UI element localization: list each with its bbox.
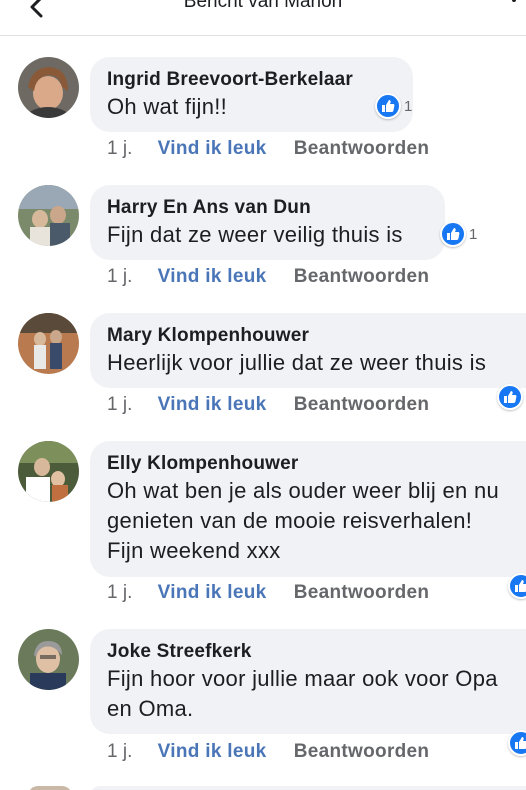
- comment-text: Oh wat ben je als ouder weer blij en nu: [107, 478, 500, 503]
- timestamp[interactable]: 1 j.: [107, 582, 132, 603]
- comment-text: genieten van de mooie reisverhalen!: [107, 508, 473, 533]
- comment-bubble: [90, 786, 526, 790]
- comment-author[interactable]: Elly Klompenhouwer: [107, 451, 510, 476]
- comment-actions: 1 j. Vind ik leuk Beantwoorden: [107, 265, 429, 289]
- top-bar: Bericht van Marion: [0, 0, 526, 36]
- reaction-count: 1: [404, 97, 413, 115]
- timestamp[interactable]: 1 j.: [107, 266, 132, 287]
- comment-text: Fijn dat ze weer veilig thuis is: [107, 222, 403, 247]
- timestamp[interactable]: 1 j.: [107, 394, 132, 415]
- avatar[interactable]: [18, 629, 79, 690]
- comment-author[interactable]: Mary Klompenhouwer: [107, 323, 510, 348]
- avatar[interactable]: [18, 57, 79, 118]
- comment-text: Fijn weekend xxx: [107, 538, 281, 563]
- reply-link[interactable]: Beantwoorden: [294, 741, 430, 762]
- avatar[interactable]: [18, 441, 79, 502]
- avatar[interactable]: [28, 786, 72, 790]
- thumbs-up-icon: [440, 221, 466, 247]
- avatar[interactable]: [18, 313, 79, 374]
- timestamp[interactable]: 1 j.: [107, 741, 132, 762]
- comment-actions: 1 j. Vind ik leuk Beantwoorden: [107, 137, 429, 161]
- reaction-summary[interactable]: [508, 730, 526, 756]
- comment-bubble: Harry En Ans van Dun Fijn dat ze weer ve…: [90, 185, 445, 260]
- comment-bubble: Joke Streefkerk Fijn hoor voor jullie ma…: [90, 629, 526, 734]
- comment-text: en Oma.: [107, 696, 194, 721]
- comment-actions: 1 j. Vind ik leuk Beantwoorden: [107, 740, 429, 764]
- like-link[interactable]: Vind ik leuk: [158, 582, 267, 603]
- comment-author[interactable]: Joke Streefkerk: [107, 639, 510, 664]
- comment-text: Fijn hoor voor jullie maar ook voor Opa: [107, 666, 498, 691]
- thumbs-up-icon: [508, 573, 526, 599]
- like-link[interactable]: Vind ik leuk: [158, 266, 267, 287]
- thumbs-up-icon: [497, 384, 523, 410]
- reaction-count: 1: [469, 225, 478, 243]
- thumbs-up-icon: [375, 93, 401, 119]
- more-vertical-icon: [512, 0, 516, 2]
- reaction-summary[interactable]: [508, 573, 526, 599]
- reply-link[interactable]: Beantwoorden: [294, 582, 430, 603]
- like-link[interactable]: Vind ik leuk: [158, 394, 267, 415]
- comment-text: Heerlijk voor jullie dat ze weer thuis i…: [107, 350, 487, 375]
- comment-actions: 1 j. Vind ik leuk Beantwoorden: [107, 581, 429, 605]
- thumbs-up-icon: [508, 730, 526, 756]
- like-link[interactable]: Vind ik leuk: [158, 741, 267, 762]
- comment-actions: 1 j. Vind ik leuk Beantwoorden: [107, 393, 429, 417]
- timestamp[interactable]: 1 j.: [107, 138, 132, 159]
- page-title: Bericht van Marion: [183, 0, 343, 12]
- reply-link[interactable]: Beantwoorden: [294, 138, 430, 159]
- more-options-button[interactable]: [512, 0, 522, 10]
- comment-bubble: Ingrid Breevoort-Berkelaar Oh wat fijn!!: [90, 57, 413, 132]
- like-link[interactable]: Vind ik leuk: [158, 138, 267, 159]
- comment-bubble: Elly Klompenhouwer Oh wat ben je als oud…: [90, 441, 526, 577]
- reaction-summary[interactable]: [497, 384, 523, 410]
- avatar[interactable]: [18, 185, 79, 246]
- reaction-summary[interactable]: 1: [375, 93, 412, 119]
- comment-author[interactable]: Harry En Ans van Dun: [107, 195, 429, 220]
- reaction-summary[interactable]: 1: [440, 221, 477, 247]
- reply-link[interactable]: Beantwoorden: [294, 394, 430, 415]
- comment-author[interactable]: Ingrid Breevoort-Berkelaar: [107, 67, 397, 92]
- reply-link[interactable]: Beantwoorden: [294, 266, 430, 287]
- comment-text: Oh wat fijn!!: [107, 94, 228, 119]
- comment-bubble: Mary Klompenhouwer Heerlijk voor jullie …: [90, 313, 526, 388]
